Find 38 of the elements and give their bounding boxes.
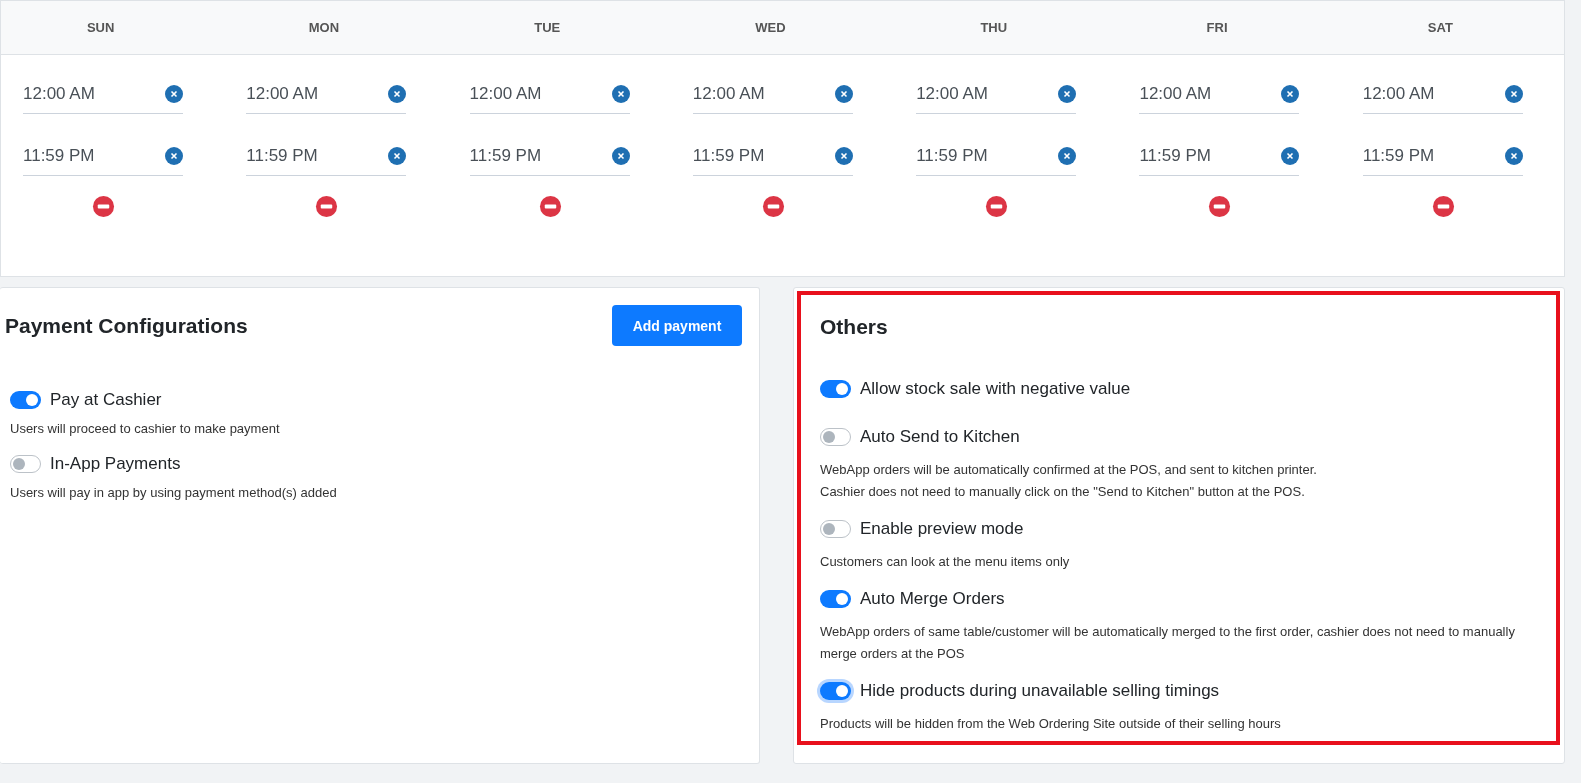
option-description: WebApp orders of same table/customer will be automatically merged to the first order, cashier does not need to manually merge orders at the POS xyxy=(820,623,1516,663)
time-field[interactable]: 11:59 PM xyxy=(23,137,183,176)
time-field[interactable]: 11:59 PM xyxy=(1362,137,1523,176)
section-title: Payment Configurations xyxy=(5,313,248,338)
option-description: Customers can look at the menu items only xyxy=(820,553,1071,571)
time-field[interactable]: 11:59 PM xyxy=(916,137,1077,176)
time-field[interactable]: 11:59 PM xyxy=(692,137,853,176)
time-field[interactable]: 12:00 AM xyxy=(916,75,1077,114)
add-payment-button[interactable]: Add payment xyxy=(612,305,742,346)
option-label: Auto Merge Orders xyxy=(860,589,1005,609)
day-label: FRI xyxy=(1206,20,1228,35)
time-field[interactable]: 12:00 AM xyxy=(23,75,183,114)
day-label: WED xyxy=(755,20,786,35)
time-field[interactable]: 12:00 AM xyxy=(1139,75,1300,114)
day-label: SAT xyxy=(1427,20,1453,35)
option-description: Products will be hidden from the Web Ordering Site outside of their selling hours xyxy=(820,715,1282,733)
option-description: WebApp orders will be automatically confirmed at the POS, and sent to kitchen printer. xyxy=(820,461,1318,479)
option-label: Pay at Cashier xyxy=(50,390,162,410)
day-label: TUE xyxy=(534,20,561,35)
time-field[interactable]: 11:59 PM xyxy=(469,137,630,176)
day-label: THU xyxy=(980,20,1008,35)
option-label: Allow stock sale with negative value xyxy=(860,379,1131,399)
day-label: MON xyxy=(308,20,340,35)
option-label: Hide products during unavailable selling timings xyxy=(860,681,1220,701)
option-description: Users will pay in app by using payment method(s) added xyxy=(10,484,338,502)
time-field[interactable]: 12:00 AM xyxy=(1362,75,1523,114)
option-description: Users will proceed to cashier to make payment xyxy=(10,420,281,438)
time-field[interactable]: 12:00 AM xyxy=(469,75,630,114)
option-label: Enable preview mode xyxy=(860,519,1024,539)
option-description: Cashier does not need to manually click on the "Send to Kitchen" button at the POS. xyxy=(820,483,1306,501)
section-title: Others xyxy=(820,315,889,339)
time-field[interactable]: 12:00 AM xyxy=(246,75,407,114)
option-label: In-App Payments xyxy=(50,454,181,474)
day-label: SUN xyxy=(86,20,115,35)
option-label: Auto Send to Kitchen xyxy=(860,427,1020,447)
time-field[interactable]: 11:59 PM xyxy=(246,137,407,176)
time-field[interactable]: 11:59 PM xyxy=(1139,137,1300,176)
time-field[interactable]: 12:00 AM xyxy=(692,75,853,114)
